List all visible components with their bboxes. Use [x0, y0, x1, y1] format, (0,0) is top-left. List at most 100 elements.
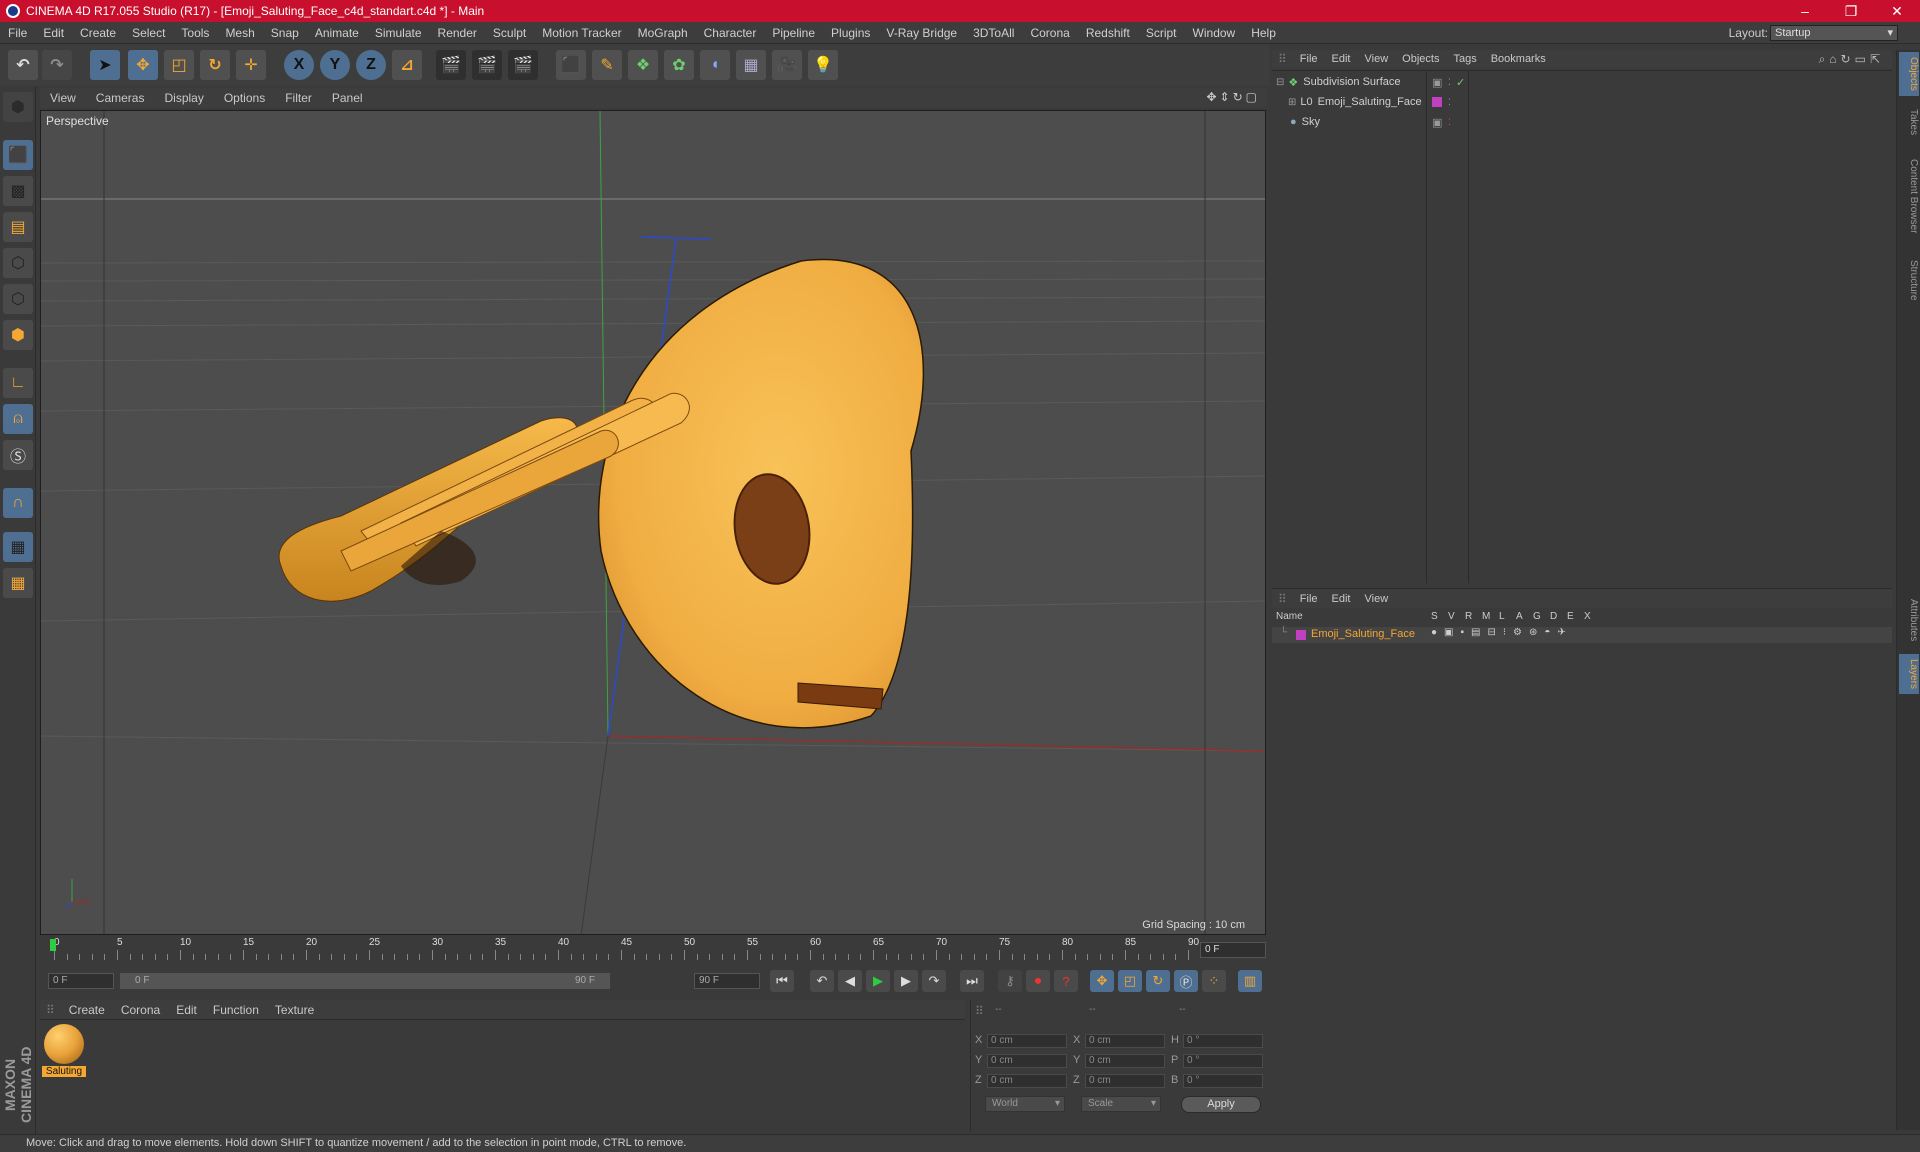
viewport-menu-display[interactable]: Display: [154, 91, 213, 105]
tab-attributes[interactable]: Attributes: [1899, 590, 1919, 650]
editor-visibility-icon[interactable]: ▣: [1432, 116, 1442, 129]
viewport-menu-filter[interactable]: Filter: [275, 91, 322, 105]
perspective-viewport[interactable]: Perspective Grid Spacing : 10 cm: [40, 110, 1266, 935]
menu-render[interactable]: Render: [430, 26, 485, 40]
render-picture-viewer-button[interactable]: 🎬: [472, 50, 502, 80]
points-mode-button[interactable]: ⬡: [3, 248, 33, 278]
coordinate-system-button[interactable]: ⊿: [392, 50, 422, 80]
tab-content-browser[interactable]: Content Browser: [1899, 146, 1919, 246]
object-menu-view[interactable]: View: [1358, 53, 1396, 65]
model-mode-button[interactable]: ⬛: [3, 140, 33, 170]
autokey-button[interactable]: ⏺: [1026, 970, 1050, 992]
editor-visibility-icon[interactable]: ▣: [1432, 76, 1442, 89]
edges-mode-button[interactable]: ⬡: [3, 284, 33, 314]
close-button[interactable]: ✕: [1874, 0, 1920, 22]
next-key-button[interactable]: ↷: [922, 970, 946, 992]
menu-mesh[interactable]: Mesh: [217, 26, 262, 40]
minimize-button[interactable]: –: [1782, 0, 1828, 22]
tweak-mode-button[interactable]: ⍝: [3, 404, 33, 434]
menu-select[interactable]: Select: [124, 26, 173, 40]
menu-3dtoall[interactable]: 3DToAll: [965, 26, 1022, 40]
move-tool-button[interactable]: ✥: [128, 50, 158, 80]
size-z-field[interactable]: 0 cm: [1085, 1074, 1165, 1088]
object-menu-tags[interactable]: Tags: [1446, 53, 1483, 65]
magnet-button[interactable]: ∩: [3, 488, 33, 518]
menu-character[interactable]: Character: [696, 26, 765, 40]
menu-animate[interactable]: Animate: [307, 26, 367, 40]
timeline-window-button[interactable]: ▥: [1238, 970, 1262, 992]
redo-button[interactable]: ↷: [42, 50, 72, 80]
menu-mograph[interactable]: MoGraph: [630, 26, 696, 40]
menu-tools[interactable]: Tools: [173, 26, 217, 40]
menu-vray-bridge[interactable]: V-Ray Bridge: [878, 26, 965, 40]
record-keys-button[interactable]: ⚷: [998, 970, 1022, 992]
object-row-sky[interactable]: ● Sky ▣ ⁚: [1272, 113, 1892, 131]
maximize-button[interactable]: ❐: [1828, 0, 1874, 22]
layer-menu-file[interactable]: File: [1293, 593, 1325, 605]
key-scale-button[interactable]: ◰: [1118, 970, 1142, 992]
apply-button[interactable]: Apply: [1181, 1096, 1261, 1113]
subdivision-surface-button[interactable]: ❖: [628, 50, 658, 80]
make-editable-button[interactable]: ⬢: [3, 92, 33, 122]
viewport-menu-cameras[interactable]: Cameras: [86, 91, 155, 105]
key-rotation-button[interactable]: ↻: [1146, 970, 1170, 992]
menu-sculpt[interactable]: Sculpt: [485, 26, 534, 40]
menu-corona[interactable]: Corona: [1022, 26, 1077, 40]
menu-script[interactable]: Script: [1138, 26, 1185, 40]
menu-window[interactable]: Window: [1185, 26, 1244, 40]
object-row-subdivision-surface[interactable]: ⊟ ❖ Subdivision Surface ▣ ⁚ ✓: [1272, 73, 1892, 91]
current-frame-field[interactable]: 0 F: [1200, 942, 1266, 958]
layer-toggle-icons[interactable]: ●▣▪▤⊟⁝⚙⊛◓✈: [1431, 627, 1573, 638]
layer-menu-view[interactable]: View: [1358, 593, 1396, 605]
size-x-field[interactable]: 0 cm: [1085, 1034, 1165, 1048]
light-button[interactable]: 💡: [808, 50, 838, 80]
y-axis-button[interactable]: Y: [320, 50, 350, 80]
play-button[interactable]: ▶: [866, 970, 890, 992]
coordinate-mode-dropdown[interactable]: World ▾: [985, 1096, 1065, 1112]
previous-key-button[interactable]: ↶: [810, 970, 834, 992]
undo-button[interactable]: ↶: [8, 50, 38, 80]
object-menu-file[interactable]: File: [1293, 53, 1325, 65]
layer-row[interactable]: └ Emoji_Saluting_Face ●▣▪▤⊟⁝⚙⊛◓✈: [1272, 627, 1892, 643]
position-x-field[interactable]: 0 cm: [987, 1034, 1067, 1048]
cloner-button[interactable]: ✿: [664, 50, 694, 80]
z-axis-button[interactable]: Z: [356, 50, 386, 80]
menu-snap[interactable]: Snap: [263, 26, 307, 40]
timeline-playhead[interactable]: [50, 939, 56, 951]
menu-simulate[interactable]: Simulate: [367, 26, 430, 40]
x-axis-button[interactable]: X: [284, 50, 314, 80]
go-to-start-button[interactable]: ⏮: [770, 970, 794, 992]
floor-button[interactable]: ▦: [736, 50, 766, 80]
axis-mode-button[interactable]: ∟: [3, 368, 33, 398]
expand-icon[interactable]: ⊞: [1288, 97, 1296, 108]
object-manager-tool-icons[interactable]: ⌕⌂↻▭⇱: [1819, 52, 1884, 67]
transform-tool-button[interactable]: ✛: [236, 50, 266, 80]
snap-button[interactable]: Ⓢ: [3, 440, 33, 470]
deformer-button[interactable]: ◖: [700, 50, 730, 80]
key-position-button[interactable]: ✥: [1090, 970, 1114, 992]
layer-color-swatch[interactable]: [1296, 630, 1306, 640]
key-pla-button[interactable]: ⁘: [1202, 970, 1226, 992]
planar-workplane-button[interactable]: ▦: [3, 568, 33, 598]
menu-help[interactable]: Help: [1243, 26, 1284, 40]
next-frame-button[interactable]: ▶: [894, 970, 918, 992]
layout-dropdown[interactable]: Startup ▾: [1770, 25, 1898, 41]
viewport-menu-options[interactable]: Options: [214, 91, 275, 105]
position-z-field[interactable]: 0 cm: [987, 1074, 1067, 1088]
camera-button[interactable]: 🎥: [772, 50, 802, 80]
material-menu-corona[interactable]: Corona: [113, 1003, 168, 1017]
render-dots-icon[interactable]: ⁚: [1448, 77, 1451, 88]
menu-create[interactable]: Create: [72, 26, 124, 40]
locked-workplane-button[interactable]: ▦: [3, 532, 33, 562]
select-tool-button[interactable]: ➤: [90, 50, 120, 80]
key-parameter-button[interactable]: Ⓟ: [1174, 970, 1198, 992]
material-menu-create[interactable]: Create: [61, 1003, 113, 1017]
spline-pen-button[interactable]: ✎: [592, 50, 622, 80]
render-view-button[interactable]: 🎬: [436, 50, 466, 80]
render-dots-red-icon[interactable]: ⁚: [1448, 117, 1451, 128]
material-menu-edit[interactable]: Edit: [168, 1003, 205, 1017]
rotate-tool-button[interactable]: ↻: [200, 50, 230, 80]
render-settings-button[interactable]: 🎬: [508, 50, 538, 80]
workplane-button[interactable]: ▤: [3, 212, 33, 242]
tab-layers[interactable]: Layers: [1899, 654, 1919, 694]
